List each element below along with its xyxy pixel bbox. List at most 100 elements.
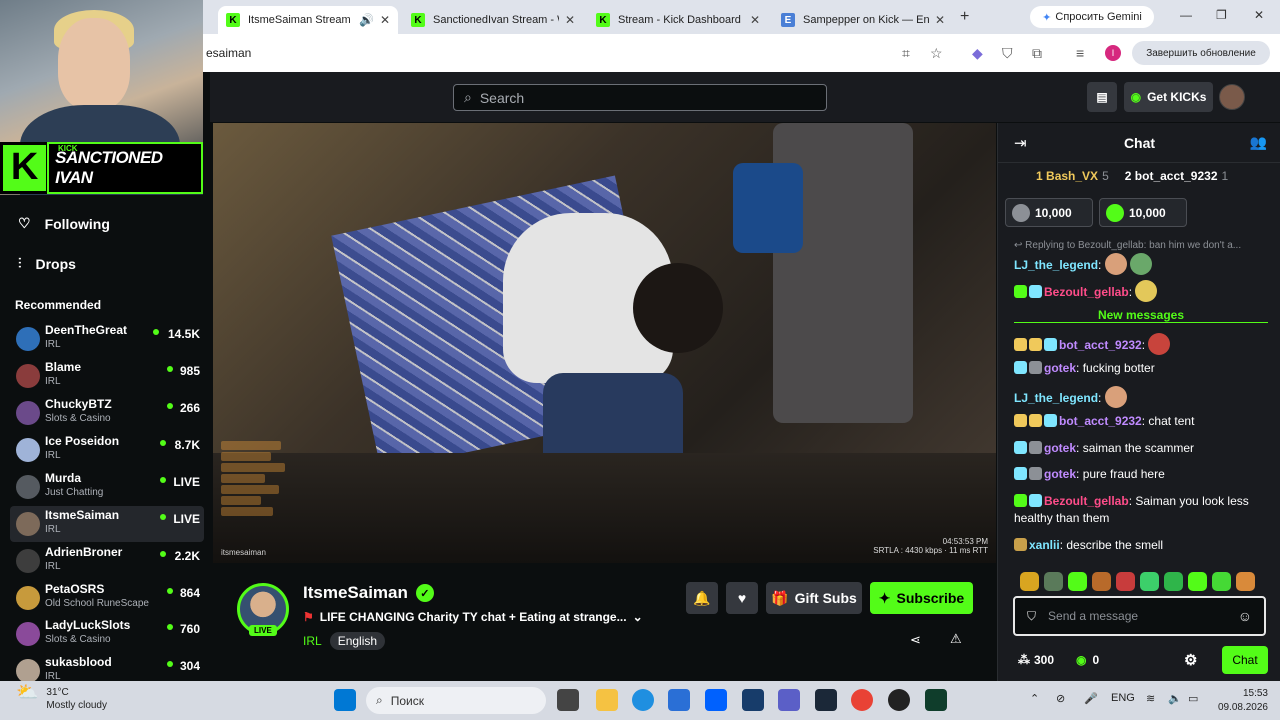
emote-icon[interactable] <box>1212 572 1231 591</box>
chat-message[interactable]: gotek: pure fraud here <box>1014 466 1270 483</box>
network-off-icon[interactable]: ⊘ <box>1056 692 1065 705</box>
close-icon[interactable]: ✕ <box>935 13 945 27</box>
sidebar-item-channel[interactable]: Blame IRL 985 <box>10 358 204 394</box>
translate-icon[interactable]: ⌗ <box>902 45 910 62</box>
sidebar-item-following[interactable]: ♡ Following <box>18 215 110 232</box>
chat-message[interactable]: Bezoult_gellab: <box>1014 280 1270 302</box>
language-indicator[interactable]: ENG <box>1111 692 1135 704</box>
obs-icon[interactable] <box>888 689 910 711</box>
settings-icon[interactable]: ⚙ <box>1184 651 1197 669</box>
close-icon[interactable]: ✕ <box>380 13 390 27</box>
subscribe-button[interactable]: ✦ Subscribe <box>870 582 973 614</box>
chat-username[interactable]: LJ_the_legend <box>1014 391 1098 405</box>
chat-message[interactable]: LJ_the_legend: <box>1014 386 1270 408</box>
system-clock[interactable]: 15:53 09.08.2026 <box>1216 687 1268 715</box>
emote-icon[interactable] <box>1140 572 1159 591</box>
chevron-down-icon[interactable]: ⌄ <box>633 610 643 624</box>
puzzle-icon[interactable]: ⧉ <box>1032 45 1042 62</box>
points-value[interactable]: 300 <box>1034 653 1054 667</box>
chrome-icon[interactable] <box>851 689 873 711</box>
file-explorer-icon[interactable] <box>596 689 618 711</box>
follow-button[interactable]: ♥ <box>726 582 758 614</box>
chat-username[interactable]: gotek <box>1044 467 1076 481</box>
sidebar-item-channel[interactable]: AdrienBroner IRL 2.2K <box>10 543 204 579</box>
chat-message[interactable]: bot_acct_9232: chat tent <box>1014 413 1270 430</box>
chat-username[interactable]: gotek <box>1044 441 1076 455</box>
maximize-icon[interactable]: ❐ <box>1216 8 1227 22</box>
close-icon[interactable]: ✕ <box>750 13 760 27</box>
gemini-button[interactable]: ✦ Спросить Gemini <box>1030 6 1154 28</box>
chat-message[interactable]: xanlii: describe the smell <box>1014 537 1270 554</box>
url-text[interactable]: esaiman <box>206 46 251 60</box>
browser-tab[interactable]: K ItsmeSaiman Stream - W 🔊 ✕ <box>218 6 398 34</box>
chat-username[interactable]: bot_acct_9232 <box>1059 414 1142 428</box>
chat-username[interactable]: Bezoult_gellab <box>1044 494 1129 508</box>
battery-icon[interactable]: ▭ <box>1188 692 1198 705</box>
browser-tab[interactable]: K SanctionedIvan Stream - Wa ✕ <box>403 6 583 34</box>
emote-icon[interactable] <box>1188 572 1207 591</box>
gift-subs-button[interactable]: 🎁 Gift Subs <box>766 582 862 614</box>
shield-icon[interactable]: ⛉ <box>1002 45 1013 62</box>
chat-input[interactable]: ⛉ Send a message ☺ <box>1013 596 1266 636</box>
chat-message[interactable]: Bezoult_gellab: Saiman you look less hea… <box>1014 493 1270 527</box>
minimize-icon[interactable]: — <box>1180 8 1192 22</box>
sidebar-item-channel[interactable]: Ice Poseidon IRL 8.7K <box>10 432 204 468</box>
language-tag[interactable]: English <box>329 632 386 650</box>
emote-icon[interactable] <box>1068 572 1087 591</box>
chat-message[interactable]: gotek: fucking botter <box>1014 360 1270 377</box>
dropbox-icon[interactable] <box>705 689 727 711</box>
sidebar-item-channel[interactable]: ChuckyBTZ Slots & Casino 266 <box>10 395 204 431</box>
app-icon[interactable] <box>742 689 764 711</box>
sidebar-item-channel[interactable]: PetaOSRS Old School RuneScape 864 <box>10 580 204 616</box>
leader-item[interactable]: 1 Bash_VX 5 <box>1036 169 1109 183</box>
send-chat-button[interactable]: Chat <box>1222 646 1268 674</box>
category-link[interactable]: IRL <box>303 634 322 648</box>
browser-tab[interactable]: E Sampepper on Kick — Enga ✕ <box>773 6 953 34</box>
library-button[interactable]: ▤ <box>1087 82 1117 112</box>
profile-avatar[interactable]: I <box>1105 45 1121 61</box>
emote-icon[interactable] <box>1164 572 1183 591</box>
emote-icon[interactable] <box>1116 572 1135 591</box>
chat-username[interactable]: gotek <box>1044 361 1076 375</box>
sidebar-item-channel[interactable]: ItsmeSaiman IRL LIVE <box>10 506 204 542</box>
chat-username[interactable]: Bezoult_gellab <box>1044 285 1129 299</box>
volume-icon[interactable]: 🔈 <box>1168 692 1182 705</box>
browser-tab[interactable]: K Stream - Kick Dashboard ✕ <box>588 6 768 34</box>
get-kicks-button[interactable]: ◉ Get KICKs <box>1124 82 1213 112</box>
sidebar-item-channel[interactable]: Murda Just Chatting LIVE <box>10 469 204 505</box>
task-view-icon[interactable] <box>557 689 579 711</box>
emoji-icon[interactable]: ☺ <box>1238 608 1252 624</box>
emote-icon[interactable] <box>1020 572 1039 591</box>
windows-search[interactable]: ⌕ Поиск <box>366 687 546 714</box>
channel-name[interactable]: ItsmeSaiman ✓ <box>303 583 434 603</box>
gift-pill[interactable]: 10,000 <box>1099 198 1187 227</box>
wifi-icon[interactable]: ≋ <box>1146 692 1155 705</box>
new-tab-button[interactable]: + <box>960 8 969 26</box>
speaker-icon[interactable]: 🔊 <box>359 13 374 27</box>
start-icon[interactable] <box>334 689 356 711</box>
video-player[interactable]: itsmesaiman 04:53:53 PM SRTLA : 4430 kbp… <box>213 123 996 563</box>
chat-username[interactable]: xanlii <box>1029 538 1060 552</box>
emote-icon[interactable] <box>1092 572 1111 591</box>
notification-button[interactable]: 🔔 <box>686 582 718 614</box>
kicks-value[interactable]: 0 <box>1093 653 1100 667</box>
app-icon[interactable] <box>925 689 947 711</box>
store-icon[interactable] <box>668 689 690 711</box>
report-icon[interactable]: ⚠ <box>950 631 962 647</box>
chevron-up-icon[interactable]: ⌃ <box>1030 692 1039 705</box>
sidebar-item-channel[interactable]: LadyLuckSlots Slots & Casino 760 <box>10 616 204 652</box>
search-input[interactable]: ⌕ Search <box>453 84 827 111</box>
star-icon[interactable]: ☆ <box>930 45 943 62</box>
new-messages-divider[interactable]: New messages <box>1014 309 1268 323</box>
emote-icon[interactable] <box>1044 572 1063 591</box>
microphone-icon[interactable]: 🎤 <box>1084 692 1098 705</box>
weather-widget[interactable]: ⛅ 31°C Mostly cloudy <box>16 683 107 712</box>
close-window-icon[interactable]: ✕ <box>1254 8 1264 22</box>
sidebar-item-channel[interactable]: DeenTheGreat IRL 14.5K <box>10 321 204 357</box>
chat-message[interactable]: gotek: saiman the scammer <box>1014 440 1270 457</box>
update-button[interactable]: Завершить обновление <box>1132 41 1270 65</box>
chat-username[interactable]: LJ_the_legend <box>1014 258 1098 272</box>
media-icon[interactable]: ≡ <box>1076 45 1084 61</box>
chat-username[interactable]: bot_acct_9232 <box>1059 338 1142 352</box>
chat-message[interactable]: LJ_the_legend: <box>1014 253 1270 275</box>
